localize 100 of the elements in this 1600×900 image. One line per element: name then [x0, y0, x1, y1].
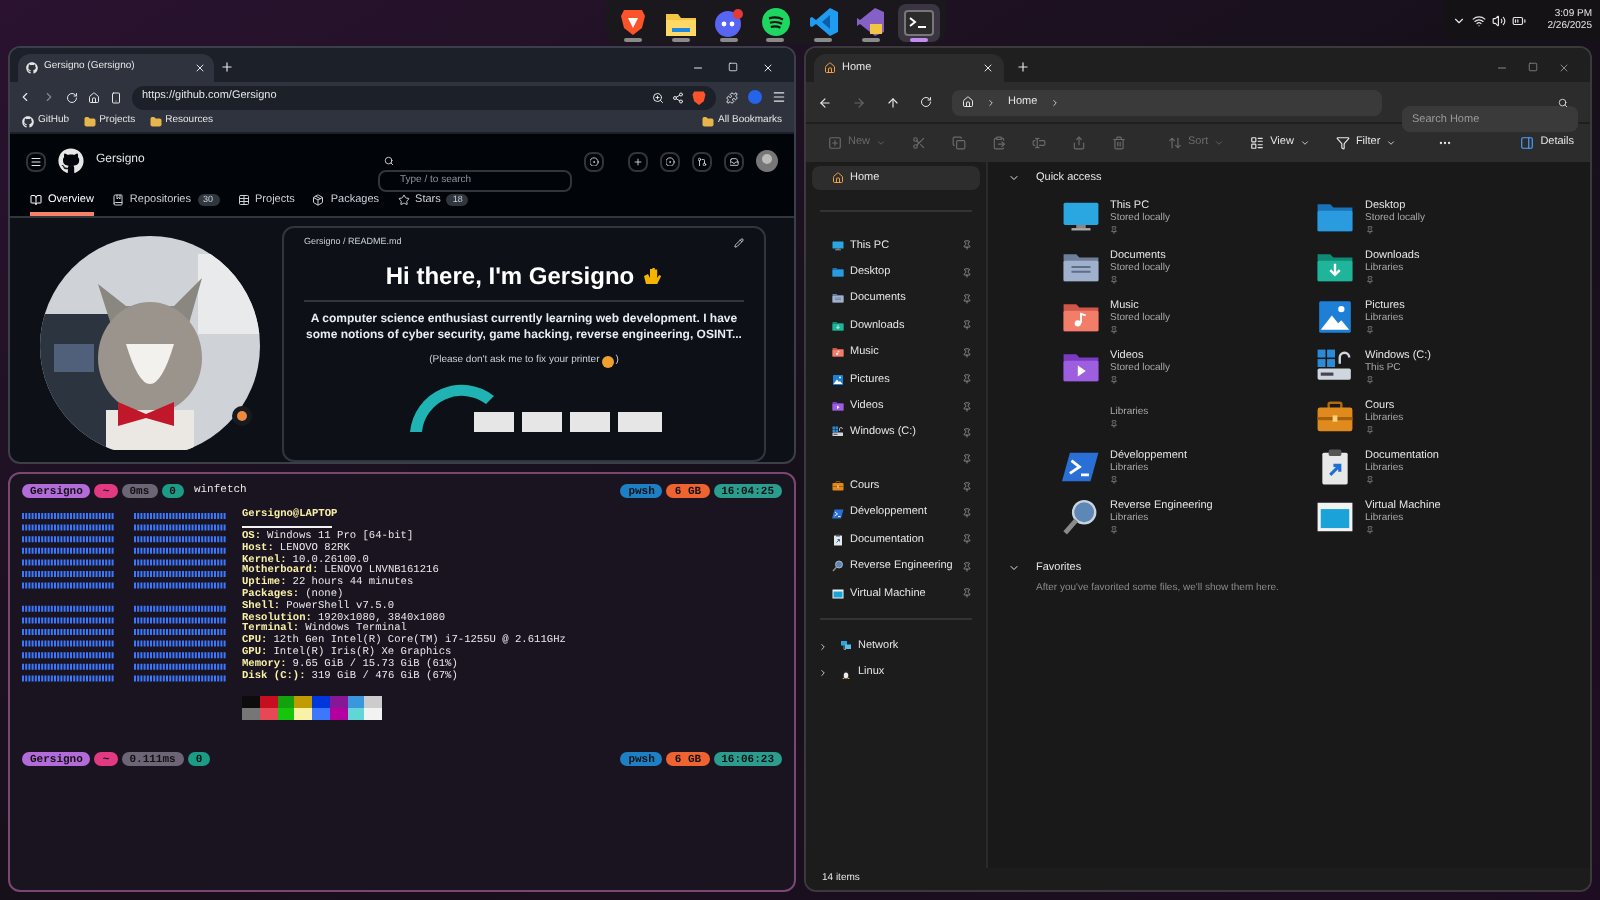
- chevron-icon[interactable]: [818, 668, 828, 679]
- pin-icon: [1110, 420, 1118, 428]
- window-icon: [832, 587, 844, 600]
- forward-icon[interactable]: [42, 90, 56, 104]
- pin-icon: [962, 508, 972, 519]
- pin-icon: [962, 588, 972, 599]
- new-tab-icon[interactable]: [1016, 60, 1030, 74]
- magnifier-icon: [1061, 498, 1099, 536]
- magnifier-icon: [832, 560, 844, 573]
- shell-prompt-icon: [832, 507, 844, 520]
- new-icon: [828, 136, 842, 150]
- share-icon: [1072, 136, 1087, 150]
- pin-icon: [1365, 276, 1373, 285]
- chevron-icon[interactable]: [1452, 13, 1466, 27]
- pin-icon: [962, 374, 972, 385]
- pin-icon: [1365, 426, 1373, 435]
- pull-request-icon[interactable]: [692, 151, 712, 171]
- chevron-icon[interactable]: [818, 641, 828, 652]
- new-tab-icon[interactable]: [220, 60, 234, 74]
- sort-icon: [1168, 136, 1183, 150]
- battery-icon[interactable]: [1512, 13, 1526, 27]
- delete-icon: [1112, 136, 1127, 150]
- inbox-icon[interactable]: [724, 151, 744, 171]
- avatar-icon[interactable]: [756, 150, 778, 172]
- github-icon: [26, 62, 38, 74]
- download-folder-icon: [832, 319, 844, 332]
- maximize-icon[interactable]: [1528, 62, 1538, 72]
- volume-icon[interactable]: [1492, 13, 1506, 27]
- chat-app-icon: [713, 7, 744, 37]
- folder-icon: [702, 116, 715, 128]
- image-icon: [1316, 298, 1354, 336]
- lion-shield-icon: [620, 8, 647, 36]
- chevron-icon: [1049, 97, 1060, 107]
- create-icon[interactable]: [628, 151, 648, 171]
- home-icon: [962, 96, 974, 108]
- status-emoji-icon: [232, 406, 252, 426]
- github-icon[interactable]: [58, 148, 84, 174]
- rename-icon: [1032, 136, 1047, 150]
- menu-icon[interactable]: [26, 151, 46, 171]
- chevron-icon: [876, 138, 887, 148]
- pin-icon: [1365, 226, 1373, 235]
- home-icon[interactable]: [88, 91, 100, 103]
- book-icon: [30, 194, 42, 206]
- video-folder-icon: [1061, 348, 1099, 386]
- taskbar-app[interactable]: [897, 3, 940, 41]
- home-icon: [824, 62, 836, 74]
- back-icon[interactable]: [18, 90, 32, 104]
- video-folder-icon: [832, 400, 844, 413]
- briefcase-icon: [1316, 398, 1354, 436]
- repo-icon: [111, 194, 124, 206]
- monitor-icon: [1061, 198, 1099, 236]
- github-icon: [22, 116, 34, 128]
- desktop-folder-icon: [1316, 198, 1354, 236]
- table-icon: [237, 194, 250, 206]
- refresh-icon[interactable]: [920, 96, 932, 108]
- back-icon[interactable]: [818, 95, 832, 109]
- drive-icon: [832, 426, 844, 439]
- download-folder-icon: [1316, 248, 1354, 286]
- desktop-folder-icon: [832, 266, 844, 279]
- pin-icon: [962, 561, 972, 572]
- pin-icon: [1110, 376, 1118, 385]
- folder-icon: [149, 116, 162, 128]
- drive-icon: [1316, 348, 1354, 386]
- extensions-icon[interactable]: [726, 91, 738, 103]
- window-icon: [1316, 498, 1354, 536]
- chevron-icon: [1214, 138, 1225, 148]
- profile-icon[interactable]: [748, 90, 762, 104]
- music-folder-icon: [1061, 298, 1099, 336]
- terminal-icon: [903, 9, 934, 35]
- reload-icon[interactable]: [66, 91, 78, 103]
- pin-icon: [962, 240, 972, 251]
- pin-icon: [1365, 326, 1373, 335]
- view-icon: [1250, 136, 1265, 150]
- share-icon[interactable]: [672, 91, 684, 103]
- pin-icon: [962, 320, 972, 331]
- pin-icon: [962, 347, 972, 358]
- menu-icon[interactable]: [772, 90, 786, 104]
- cut-icon: [912, 136, 927, 150]
- zoom-icon[interactable]: [652, 91, 664, 103]
- chevron-icon: [1299, 138, 1310, 148]
- network-icon: [840, 640, 852, 653]
- search-icon: [384, 156, 394, 166]
- star-icon: [397, 194, 410, 206]
- image-icon: [832, 373, 844, 386]
- monitor-icon: [832, 239, 844, 252]
- code-editor-icon: [809, 8, 838, 36]
- pin-icon: [962, 401, 972, 412]
- waving-hand-icon: [642, 265, 663, 286]
- pin-icon: [962, 534, 972, 545]
- wifi-icon[interactable]: [1472, 13, 1486, 27]
- edit-icon[interactable]: [734, 237, 744, 248]
- minimize-icon[interactable]: [692, 62, 704, 74]
- reader-icon[interactable]: [110, 91, 122, 103]
- briefcase-icon: [832, 480, 844, 493]
- more-icon: [1438, 136, 1453, 150]
- pin-icon: [962, 481, 972, 492]
- up-icon[interactable]: [886, 95, 900, 109]
- lion-shield-icon[interactable]: [692, 89, 706, 105]
- clipboard-icon: [832, 533, 844, 546]
- issues-icon[interactable]: [660, 151, 680, 171]
